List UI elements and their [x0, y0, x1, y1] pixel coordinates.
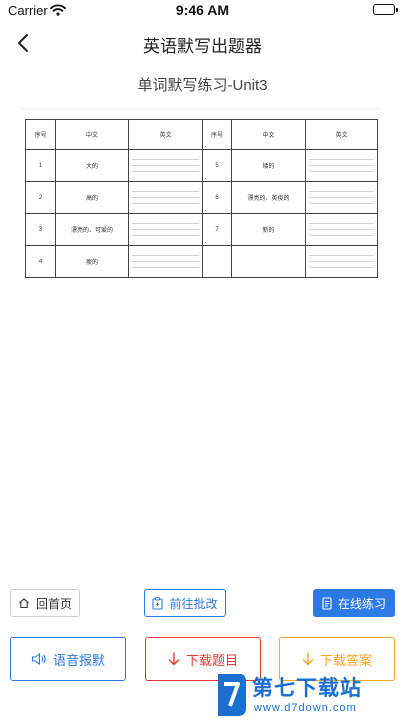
watermark: 第七下载站 www.d7down.com	[210, 670, 405, 720]
header-num-right: 序号	[202, 119, 232, 150]
answer-cell	[305, 213, 378, 246]
watermark-url: www.d7down.com	[254, 702, 357, 714]
table-header-row: 序号 中文 英文 序号 中文 英文	[25, 119, 378, 150]
row-chinese: 漂亮的、英俊的	[231, 181, 306, 214]
arrow-down-icon	[302, 652, 314, 666]
home-button-label: 回首页	[35, 596, 72, 611]
table-row: 4 瘦的	[25, 245, 378, 278]
row-chinese: 高的	[55, 181, 129, 214]
d7-logo-icon	[218, 674, 246, 716]
row-num: 7	[202, 213, 232, 246]
row-num	[202, 245, 232, 278]
answer-cell	[305, 245, 378, 278]
row-num: 4	[25, 245, 56, 278]
clipboard-icon	[152, 596, 164, 610]
row-chinese: 大的	[55, 149, 129, 182]
review-button-label: 前往批改	[169, 596, 218, 611]
download-answers-label: 下载答案	[319, 652, 372, 668]
row-chinese: 新的	[231, 213, 306, 246]
row-num: 1	[25, 149, 56, 182]
row-num: 3	[25, 213, 56, 246]
header-english-left: 英文	[128, 119, 203, 150]
online-practice-button[interactable]: 在线练习	[313, 589, 395, 617]
answer-cell	[305, 181, 378, 214]
voice-dictation-button[interactable]: 语音报默	[10, 637, 126, 681]
row-chinese: 漂亮的、可爱的	[55, 213, 129, 246]
answer-cell	[128, 213, 203, 246]
page-title: 英语默写出题器	[143, 37, 262, 56]
header-english-right: 英文	[305, 119, 378, 150]
answer-cell	[128, 149, 203, 182]
table-row: 2 高的 6 漂亮的、英俊的	[25, 181, 378, 214]
dictation-table: 序号 中文 英文 序号 中文 英文 1 大的 5 矮的 2 高的 6 漂亮的、英…	[25, 119, 378, 278]
download-questions-label: 下载题目	[185, 652, 238, 668]
document-icon	[322, 596, 332, 610]
row-chinese: 矮的	[231, 149, 306, 182]
review-button[interactable]: 前往批改	[144, 589, 226, 617]
home-button[interactable]: 回首页	[10, 589, 80, 617]
row-chinese: 瘦的	[55, 245, 129, 278]
online-practice-label: 在线练习	[337, 596, 386, 611]
battery-icon	[373, 4, 398, 15]
table-row: 3 漂亮的、可爱的 7 新的	[25, 213, 378, 246]
nav-bar: 英语默写出题器	[0, 22, 405, 64]
row-num: 2	[25, 181, 56, 214]
sheet-title: 单词默写练习-Unit3	[137, 77, 268, 94]
row-chinese	[231, 245, 306, 278]
answer-cell	[305, 149, 378, 182]
row-num: 5	[202, 149, 232, 182]
speaker-icon	[31, 652, 47, 666]
worksheet-preview: 序号 中文 英文 序号 中文 英文 1 大的 5 矮的 2 高的 6 漂亮的、英…	[20, 108, 382, 284]
header-num-left: 序号	[25, 119, 56, 150]
header-chinese-right: 中文	[231, 119, 306, 150]
arrow-down-icon	[168, 652, 180, 666]
answer-cell	[128, 181, 203, 214]
clock: 9:46 AM	[175, 2, 230, 18]
table-row: 1 大的 5 矮的	[25, 149, 378, 182]
answer-cell	[128, 245, 203, 278]
status-bar: Carrier 9:46 AM	[0, 0, 405, 22]
row-num: 6	[202, 181, 232, 214]
voice-dictation-label: 语音报默	[52, 652, 105, 668]
watermark-name: 第七下载站	[252, 677, 362, 700]
home-icon	[18, 597, 30, 609]
header-chinese-left: 中文	[55, 119, 129, 150]
